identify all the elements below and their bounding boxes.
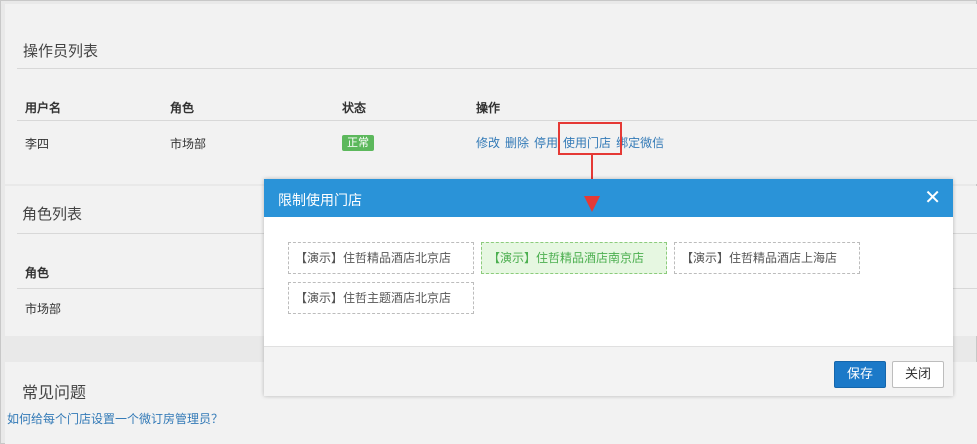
save-button[interactable]: 保存 <box>834 361 886 388</box>
operator-list-title: 操作员列表 <box>23 42 99 60</box>
status-badge: 正常 <box>342 135 374 151</box>
close-icon[interactable]: ✕ <box>924 186 941 208</box>
store-option[interactable]: 【演示】住哲精品酒店上海店 <box>674 242 860 274</box>
col-username: 用户名 <box>25 101 62 115</box>
faq-link[interactable]: 如何给每个门店设置一个微订房管理员？ <box>7 410 223 427</box>
role-list-title: 角色列表 <box>22 205 83 223</box>
cell-username: 李四 <box>25 137 50 151</box>
col-role: 角色 <box>25 266 50 280</box>
col-role: 角色 <box>170 101 195 115</box>
store-option[interactable]: 【演示】住哲主题酒店北京店 <box>288 282 474 314</box>
edit-link[interactable]: 修改 <box>476 134 500 151</box>
modal-footer: 保存 关闭 <box>264 346 953 396</box>
faq-title: 常见问题 <box>22 383 87 402</box>
col-actions: 操作 <box>476 101 501 115</box>
disable-link[interactable]: 停用 <box>534 134 558 151</box>
cell-role: 市场部 <box>25 302 62 316</box>
modal-title: 限制使用门店 <box>278 193 362 209</box>
close-button[interactable]: 关闭 <box>892 361 944 388</box>
delete-link[interactable]: 删除 <box>505 134 529 151</box>
highlight-box <box>558 122 622 155</box>
arrow-head <box>584 196 600 212</box>
store-restriction-modal: 限制使用门店 ✕ 【演示】住哲精品酒店北京店 【演示】住哲精品酒店南京店 【演示… <box>264 179 953 396</box>
col-status: 状态 <box>342 101 367 115</box>
modal-header: 限制使用门店 ✕ <box>264 179 953 217</box>
cell-role: 市场部 <box>170 137 207 151</box>
operator-list-panel: 操作员列表 用户名 角色 状态 操作 <box>5 4 977 184</box>
store-option-selected[interactable]: 【演示】住哲精品酒店南京店 <box>481 242 667 274</box>
divider <box>17 120 977 121</box>
bind-wechat-link[interactable]: 绑定微信 <box>616 134 664 151</box>
store-option[interactable]: 【演示】住哲精品酒店北京店 <box>288 242 474 274</box>
divider <box>17 68 977 69</box>
